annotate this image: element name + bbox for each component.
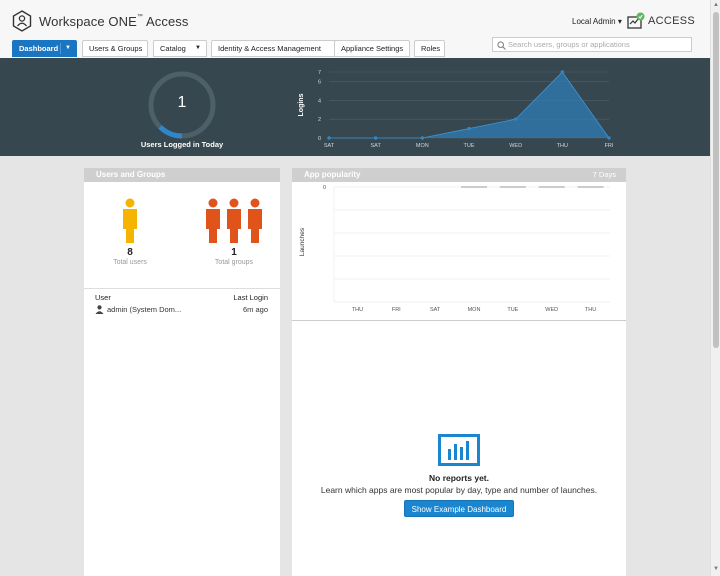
x-tick-label: WED xyxy=(545,307,558,313)
y-tick-label: 6 xyxy=(318,79,321,85)
caret-down-icon[interactable]: ▼ xyxy=(65,41,71,56)
search-box[interactable] xyxy=(492,37,692,52)
users-groups-panel: Users and Groups 8 Total users 1 Total g… xyxy=(84,168,280,576)
app-title-name: Workspace ONE xyxy=(39,14,137,29)
tab-label: Users & Groups xyxy=(89,44,143,53)
user-icon xyxy=(123,198,137,243)
users-panel-title: Users and Groups xyxy=(84,168,280,182)
last-login-column-header: Last Login xyxy=(233,293,268,302)
total-users-label: Total users xyxy=(113,259,147,266)
app-popularity-panel: App popularity 7 Days 0 Launches THU FRI SAT… xyxy=(292,168,626,576)
logged-in-label: Users Logged in Today xyxy=(140,140,224,149)
tab-label: Appliance Settings xyxy=(341,44,404,53)
x-tick-label: THU xyxy=(585,307,596,313)
page-scrollbar[interactable]: ▲ ▼ xyxy=(710,0,720,576)
user-row-last-login: 6m ago xyxy=(242,305,268,314)
tab-appliance-settings[interactable]: Appliance Settings xyxy=(334,40,410,57)
y-axis-label: Launches xyxy=(299,227,306,256)
tab-label: Roles xyxy=(421,44,441,53)
x-tick-label: THU xyxy=(557,143,568,149)
data-point xyxy=(327,136,331,140)
x-tick-label: SAT xyxy=(371,143,382,149)
product-label: ACCESS xyxy=(648,15,696,27)
no-reports-heading: No reports yet. xyxy=(429,473,489,483)
total-groups-count: 1 xyxy=(231,247,237,258)
data-point xyxy=(467,126,471,131)
tab-separator xyxy=(60,43,61,54)
x-tick-label: TUE xyxy=(464,143,475,149)
workspace-one-logo-icon xyxy=(12,10,32,32)
data-point xyxy=(373,136,378,140)
x-tick-label: TUE xyxy=(507,307,518,313)
user-row-name[interactable]: admin (System Dom... xyxy=(107,305,181,314)
tab-dashboard[interactable]: Dashboard ▼ xyxy=(12,40,77,57)
dashboard-banner: 1 Users Logged in Today 0 2 4 6 7 Logins SAT SA… xyxy=(0,58,710,156)
x-tick-label: MON xyxy=(416,143,429,149)
data-point xyxy=(420,136,425,140)
data-point xyxy=(513,117,518,121)
app-popularity-chart: 0 Launches THU FRI SAT MON TUE WED THU xyxy=(299,185,610,313)
divider xyxy=(292,320,626,321)
tab-roles[interactable]: Roles xyxy=(414,40,445,57)
x-tick-label: THU xyxy=(352,307,363,313)
no-reports-description: Learn which apps are most popular by day… xyxy=(320,485,598,495)
logins-chart: 0 2 4 6 7 Logins SAT SAT MON TUE WED THU FRI xyxy=(298,70,614,149)
tab-label: Identity & Access Management xyxy=(218,44,321,53)
caret-down-icon: ▼ xyxy=(195,45,201,51)
chevron-down-icon: ▾ xyxy=(617,17,622,26)
y-axis-label: Logins xyxy=(298,93,305,116)
tab-users-groups[interactable]: Users & Groups xyxy=(82,40,148,57)
tab-label: Dashboard xyxy=(19,44,59,53)
x-tick-label: FRI xyxy=(392,307,401,313)
y-tick-label: 0 xyxy=(318,136,321,142)
bar-chart-report-icon xyxy=(438,434,480,466)
user-menu-label: Local Admin xyxy=(572,17,616,26)
x-tick-label: MON xyxy=(468,307,481,313)
tab-label: Catalog xyxy=(160,44,186,53)
x-tick-label: FRI xyxy=(605,143,614,149)
scrollbar-thumb[interactable] xyxy=(713,12,719,348)
app-title: Workspace ONE™ Access xyxy=(39,14,188,29)
x-tick-label: SAT xyxy=(430,307,441,313)
app-popularity-title: App popularity xyxy=(292,168,626,182)
search-input[interactable] xyxy=(508,39,688,50)
app-title-suffix: Access xyxy=(142,14,189,29)
y-tick-label: 7 xyxy=(318,70,321,76)
user-menu[interactable]: Local Admin ▾ xyxy=(572,17,622,26)
data-point xyxy=(607,136,611,140)
group-icon xyxy=(206,198,262,243)
tab-identity-access[interactable]: Identity & Access Management xyxy=(211,40,340,57)
date-range-label[interactable]: 7 Days xyxy=(593,168,616,182)
access-product-icon xyxy=(627,12,645,29)
x-tick-label: SAT xyxy=(324,143,335,149)
total-users-count: 8 xyxy=(127,247,133,258)
scroll-down-arrow-icon[interactable]: ▼ xyxy=(713,566,719,572)
person-icon xyxy=(95,305,104,314)
tab-catalog[interactable]: Catalog ▼ xyxy=(153,40,207,57)
user-column-header: User xyxy=(95,293,111,302)
search-icon xyxy=(497,41,506,50)
x-tick-label: WED xyxy=(509,143,522,149)
header: Workspace ONE™ Access Local Admin ▾ ACCE… xyxy=(0,0,710,58)
divider xyxy=(84,288,280,289)
logged-in-count: 1 xyxy=(177,94,187,111)
y-tick-label: 4 xyxy=(318,98,321,104)
show-example-dashboard-button[interactable]: Show Example Dashboard xyxy=(404,500,514,517)
data-point xyxy=(560,70,565,74)
scroll-up-arrow-icon[interactable]: ▲ xyxy=(713,2,719,8)
y-tick-label: 0 xyxy=(323,185,326,191)
total-groups-label: Total groups xyxy=(214,259,254,266)
y-tick-label: 2 xyxy=(318,117,321,123)
